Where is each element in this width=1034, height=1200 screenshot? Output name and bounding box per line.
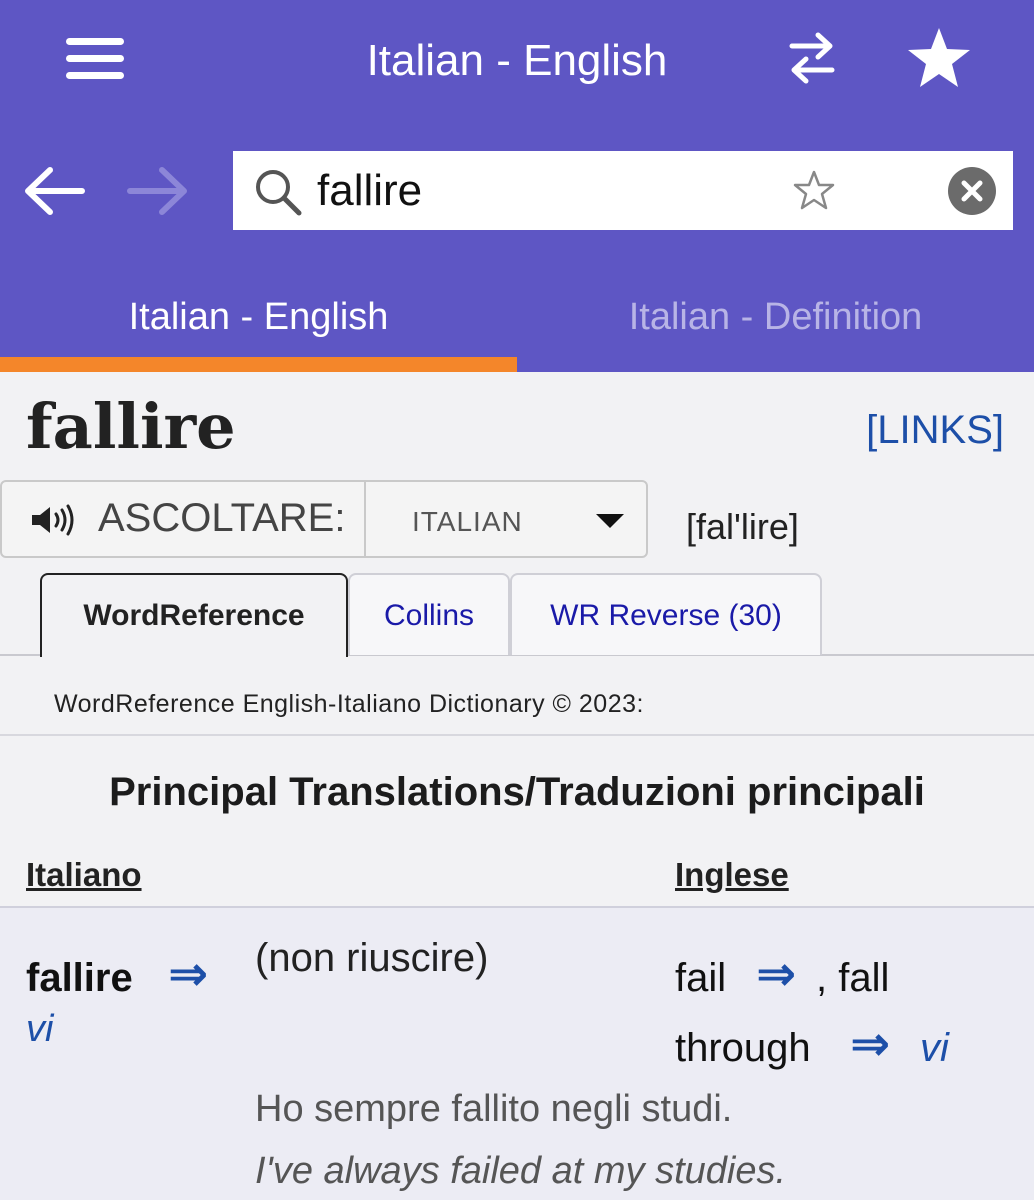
speaker-icon[interactable]: [30, 504, 82, 536]
language-select[interactable]: ITALIAN: [366, 482, 648, 556]
headword: fallire: [26, 390, 236, 463]
translation-term: through: [675, 1026, 811, 1070]
listen-label[interactable]: ASCOLTARE:: [98, 496, 345, 541]
listen-control: ASCOLTARE: ITALIAN: [0, 480, 648, 558]
section-title: Principal Translations/Traduzioni princi…: [109, 770, 925, 814]
clear-icon[interactable]: [948, 167, 996, 215]
tab-collins[interactable]: Collins: [348, 573, 510, 655]
translation-term: , fall: [816, 956, 890, 1000]
dictionary-copyright: WordReference English-Italiano Dictionar…: [54, 690, 644, 718]
dictionary-content: fallire [LINKS] ASCOLTARE: ITALIAN [fal'…: [0, 372, 1034, 1200]
conjugation-arrow-icon[interactable]: ⇒: [168, 946, 208, 1002]
active-tab-indicator: [0, 357, 517, 372]
example-sentence-english: I've always failed at my studies.: [255, 1150, 787, 1192]
tab-wr-reverse[interactable]: WR Reverse (30): [510, 573, 822, 655]
chevron-down-icon: [596, 514, 624, 528]
language-select-value: ITALIAN: [412, 506, 523, 537]
pronunciation: [fal'lire]: [686, 506, 799, 547]
entry-sense: (non riuscire): [255, 936, 489, 980]
app-header: Italian - English Italian - English Ital…: [0, 0, 1034, 372]
tab-italian-english[interactable]: Italian - English: [0, 296, 517, 344]
example-sentence-italian: Ho sempre fallito negli studi.: [255, 1088, 733, 1130]
app-title: Italian - English: [366, 36, 668, 85]
links-button[interactable]: [LINKS]: [866, 408, 1004, 453]
divider: [0, 734, 1034, 736]
column-header-target: Inglese: [675, 856, 789, 893]
search-icon: [256, 170, 302, 216]
column-header-source: Italiano: [26, 856, 142, 893]
arrow-right-icon[interactable]: [126, 164, 190, 218]
conjugation-arrow-icon[interactable]: ⇒: [756, 946, 796, 1002]
star-outline-icon[interactable]: [793, 169, 835, 211]
search-bar: [233, 151, 1013, 230]
search-input[interactable]: [317, 161, 777, 221]
translation-part-of-speech[interactable]: vi: [920, 1026, 949, 1071]
arrow-left-icon[interactable]: [22, 164, 86, 218]
translation-row: fallire ⇒ vi (non riuscire) fail ⇒ , fal…: [0, 908, 1034, 1200]
tab-wordreference[interactable]: WordReference: [40, 573, 348, 657]
translation-term: fail: [675, 956, 727, 1000]
conjugation-arrow-icon[interactable]: ⇒: [850, 1016, 890, 1072]
swap-direction-icon[interactable]: [786, 30, 838, 86]
star-icon[interactable]: [906, 26, 972, 90]
entry-part-of-speech[interactable]: vi: [26, 1008, 53, 1051]
tab-italian-definition[interactable]: Italian - Definition: [517, 296, 1034, 344]
entry-word: fallire: [26, 956, 133, 1000]
